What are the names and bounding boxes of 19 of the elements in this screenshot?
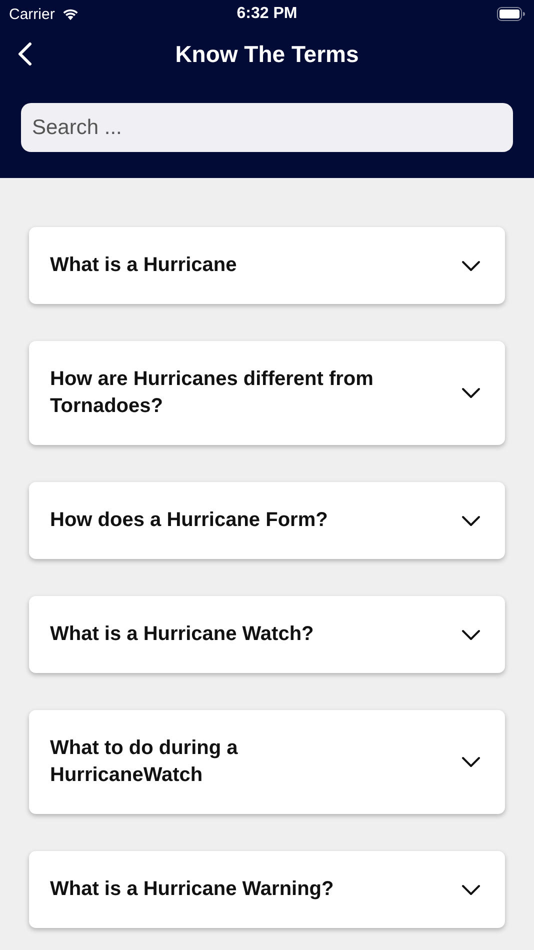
question-card[interactable]: What is a Hurricane Watch? — [29, 596, 505, 673]
question-text: What is a Hurricane Warning? — [50, 877, 334, 902]
question-text: What is a Hurricane — [50, 253, 237, 278]
battery-icon — [497, 7, 525, 21]
question-text: What to do during a HurricaneWatch — [50, 736, 239, 788]
question-text: How are Hurricanes different from Tornadoes? — [50, 367, 374, 419]
question-card[interactable]: What to do during a HurricaneWatch — [29, 710, 505, 814]
question-card[interactable]: What is a Hurricane — [29, 227, 505, 304]
question-text: What is a Hurricane Watch? — [50, 622, 314, 647]
question-text: How does a Hurricane Form? — [50, 508, 328, 533]
question-card[interactable]: What is a Hurricane Warning? — [29, 851, 505, 928]
carrier-name: Carrier — [9, 6, 55, 22]
question-card[interactable]: How are Hurricanes different from Tornadoes? — [29, 341, 505, 445]
search-field[interactable]: Search ... — [21, 103, 513, 152]
back-button[interactable] — [16, 40, 34, 68]
status-time: 6:32 PM — [236, 5, 298, 23]
wifi-icon — [60, 7, 80, 21]
screen-title: Know The Terms — [175, 40, 359, 68]
question-card[interactable]: How does a Hurricane Form? — [29, 482, 505, 559]
